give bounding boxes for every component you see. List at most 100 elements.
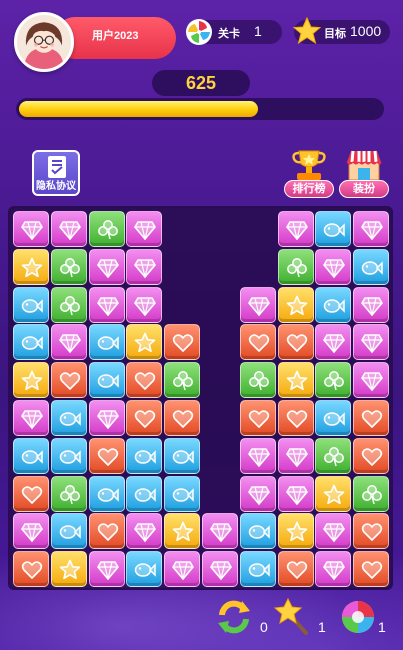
tile-pink[interactable] [315, 248, 352, 285]
tile-red[interactable] [88, 437, 125, 474]
tile-pink[interactable] [88, 400, 125, 436]
tile-red[interactable] [50, 362, 87, 399]
tile-pink[interactable] [88, 248, 125, 285]
tile-blue[interactable] [239, 551, 276, 588]
user-profile[interactable]: 用户2023 [14, 12, 176, 72]
tile-green[interactable] [353, 475, 390, 512]
tile-green[interactable] [88, 211, 125, 247]
tile-red[interactable] [239, 400, 276, 436]
tile-pink[interactable] [126, 286, 163, 323]
tile-blue[interactable] [126, 437, 163, 474]
tile-blue[interactable] [13, 437, 49, 474]
tile-blue[interactable] [164, 437, 201, 474]
tile-red[interactable] [164, 324, 201, 361]
heart-icon [21, 485, 43, 504]
rainbow-ball-powerup[interactable] [338, 597, 378, 637]
leaderboard-button[interactable]: 排行榜 [284, 148, 334, 198]
tile-green[interactable] [50, 248, 87, 285]
tile-yellow[interactable] [50, 551, 87, 588]
avatar[interactable] [14, 12, 74, 72]
tile-yellow[interactable] [315, 475, 352, 512]
tile-pink[interactable] [126, 513, 163, 550]
tile-red[interactable] [13, 475, 49, 512]
tile-green[interactable] [315, 437, 352, 474]
tile-pink[interactable] [353, 211, 390, 247]
tile-pink[interactable] [202, 551, 238, 588]
tile-pink[interactable] [239, 437, 276, 474]
tile-yellow[interactable] [277, 286, 314, 323]
heart-icon [248, 410, 269, 428]
tile-blue[interactable] [126, 475, 163, 512]
privacy-policy-button[interactable]: 隐私协议 [32, 150, 80, 196]
tile-pink[interactable] [239, 475, 276, 512]
tile-pink[interactable] [164, 551, 201, 588]
magic-wand-powerup[interactable] [273, 597, 314, 637]
tile-blue[interactable] [315, 211, 352, 247]
tile-blue[interactable] [315, 286, 352, 323]
game-board[interactable] [8, 206, 393, 590]
tile-red[interactable] [277, 324, 314, 361]
tile-yellow[interactable] [277, 513, 314, 550]
tile-pink[interactable] [50, 324, 87, 361]
tile-pink[interactable] [202, 513, 238, 550]
tile-blue[interactable] [353, 248, 390, 285]
dress-up-shop-button[interactable]: 装扮 [339, 148, 389, 198]
tile-pink[interactable] [353, 286, 390, 323]
tile-red[interactable] [88, 513, 125, 550]
tile-yellow[interactable] [13, 248, 49, 285]
tile-blue[interactable] [88, 324, 125, 361]
refresh-powerup[interactable] [214, 597, 254, 637]
tile-red[interactable] [13, 551, 49, 588]
tile-green[interactable] [239, 362, 276, 399]
tile-green[interactable] [50, 286, 87, 323]
tile-red[interactable] [353, 437, 390, 474]
tile-green[interactable] [164, 362, 201, 399]
tile-yellow[interactable] [164, 513, 201, 550]
tile-pink[interactable] [50, 211, 87, 247]
tile-pink[interactable] [315, 551, 352, 588]
tile-yellow[interactable] [277, 362, 314, 399]
tile-pink[interactable] [126, 211, 163, 247]
tile-blue[interactable] [126, 551, 163, 588]
tile-blue[interactable] [50, 437, 87, 474]
tile-red[interactable] [126, 362, 163, 399]
tile-red[interactable] [277, 400, 314, 436]
star-icon [21, 370, 43, 391]
tile-red[interactable] [126, 400, 163, 436]
tile-blue[interactable] [50, 513, 87, 550]
tile-green[interactable] [315, 362, 352, 399]
tile-red[interactable] [353, 513, 390, 550]
tile-red[interactable] [353, 400, 390, 436]
tile-pink[interactable] [277, 211, 314, 247]
tile-red[interactable] [353, 551, 390, 588]
tile-blue[interactable] [88, 475, 125, 512]
tile-blue[interactable] [50, 400, 87, 436]
tile-green[interactable] [277, 248, 314, 285]
tile-red[interactable] [239, 324, 276, 361]
fish-icon [172, 449, 194, 464]
tile-blue[interactable] [315, 400, 352, 436]
tile-green[interactable] [50, 475, 87, 512]
tile-pink[interactable] [88, 286, 125, 323]
tile-blue[interactable] [88, 362, 125, 399]
tile-pink[interactable] [239, 286, 276, 323]
tile-pink[interactable] [13, 513, 49, 550]
tile-pink[interactable] [13, 400, 49, 436]
tile-pink[interactable] [353, 362, 390, 399]
tile-blue[interactable] [13, 324, 49, 361]
tile-yellow[interactable] [13, 362, 49, 399]
tile-pink[interactable] [126, 248, 163, 285]
tile-blue[interactable] [13, 286, 49, 323]
tile-pink[interactable] [353, 324, 390, 361]
tile-yellow[interactable] [126, 324, 163, 361]
tile-red[interactable] [277, 551, 314, 588]
tile-pink[interactable] [13, 211, 49, 247]
tile-pink[interactable] [88, 551, 125, 588]
tile-pink[interactable] [315, 513, 352, 550]
tile-blue[interactable] [239, 513, 276, 550]
tile-pink[interactable] [315, 324, 352, 361]
tile-pink[interactable] [277, 437, 314, 474]
tile-blue[interactable] [164, 475, 201, 512]
tile-pink[interactable] [277, 475, 314, 512]
tile-red[interactable] [164, 400, 201, 436]
